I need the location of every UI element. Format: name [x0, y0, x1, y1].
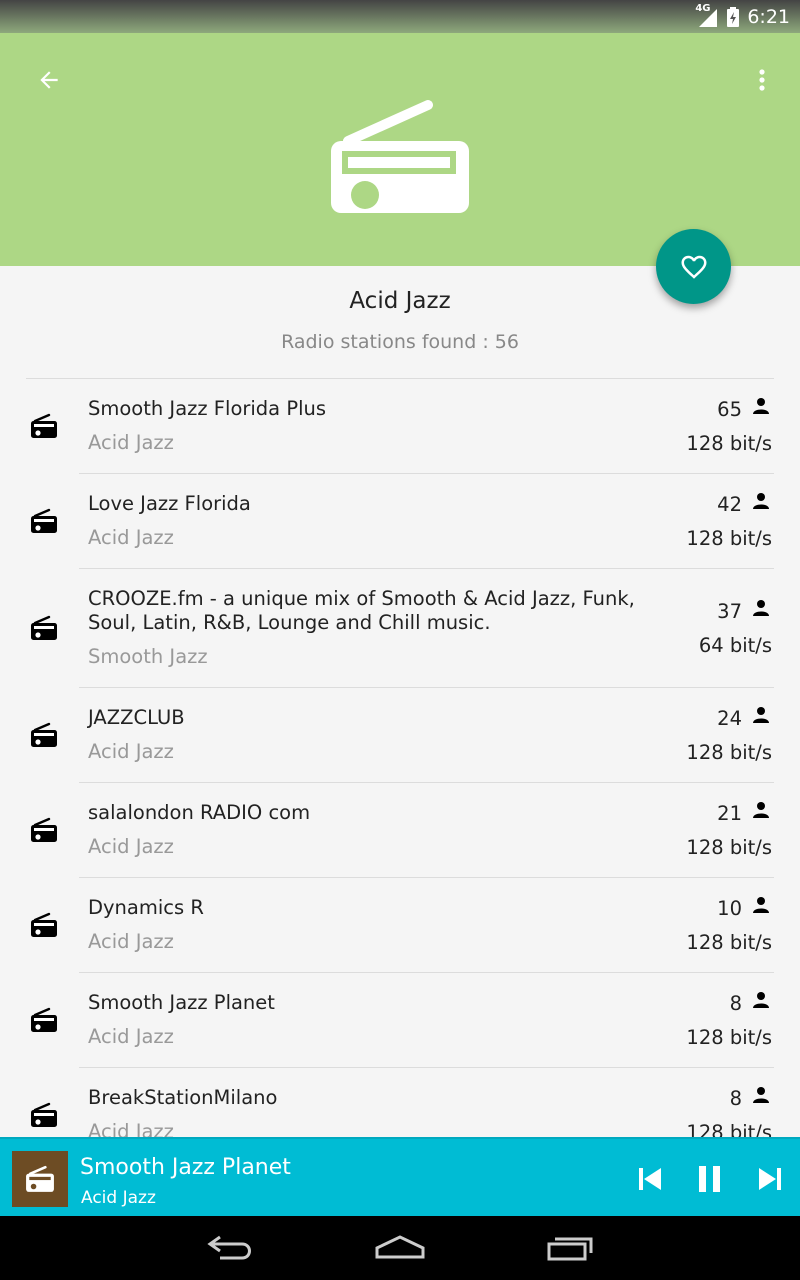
station-genre: Acid Jazz	[88, 431, 174, 454]
radio-icon	[31, 508, 57, 533]
now-playing-artwork	[12, 1151, 68, 1207]
station-row[interactable]: CROOZE.fm - a unique mix of Smooth & Aci…	[0, 569, 800, 688]
next-button[interactable]	[750, 1159, 790, 1199]
radio-icon	[31, 1007, 57, 1032]
station-genre: Acid Jazz	[88, 526, 174, 549]
nav-home-icon	[375, 1235, 425, 1259]
stations-found-count: Radio stations found : 56	[281, 331, 519, 353]
radio-icon	[26, 1165, 54, 1192]
skip-next-icon	[759, 1168, 781, 1190]
nav-back-button[interactable]	[200, 1226, 260, 1270]
radio-icon	[31, 912, 57, 937]
heart-outline-icon	[681, 255, 706, 279]
pause-button[interactable]	[690, 1159, 730, 1199]
station-row[interactable]: Smooth Jazz Florida Plus Acid Jazz 65 12…	[0, 379, 800, 474]
radio-icon	[31, 817, 57, 842]
system-nav-bar	[0, 1216, 800, 1280]
nav-back-icon	[207, 1235, 251, 1260]
station-row[interactable]: JAZZCLUB Acid Jazz 24 128 bit/s	[0, 688, 800, 783]
person-icon	[753, 398, 769, 414]
person-icon	[753, 897, 769, 913]
radio-icon	[31, 722, 57, 747]
pause-icon	[699, 1166, 720, 1192]
person-icon	[753, 707, 769, 723]
station-bitrate: 128 bit/s	[686, 432, 772, 455]
nav-home-button[interactable]	[370, 1226, 430, 1270]
listener-count: 21	[717, 802, 742, 825]
skip-previous-icon	[639, 1168, 661, 1190]
now-playing-title: Smooth Jazz Planet	[80, 1155, 291, 1180]
person-icon	[753, 493, 769, 509]
signal-icon: 4G	[695, 3, 719, 27]
more-vert-icon	[759, 69, 765, 91]
listener-count: 24	[717, 707, 742, 730]
battery-icon	[727, 7, 740, 27]
station-genre: Acid Jazz	[88, 1120, 174, 1137]
station-bitrate: 64 bit/s	[698, 634, 772, 657]
back-button[interactable]	[28, 59, 70, 101]
station-list[interactable]: Smooth Jazz Florida Plus Acid Jazz 65 12…	[0, 379, 800, 1137]
station-bitrate: 128 bit/s	[686, 527, 772, 550]
station-name: BreakStationMilano	[88, 1086, 278, 1109]
person-icon	[753, 600, 769, 616]
station-name: Dynamics R	[88, 896, 204, 919]
station-bitrate: 128 bit/s	[686, 931, 772, 954]
person-icon	[753, 802, 769, 818]
status-time: 6:21	[747, 6, 790, 28]
station-name: salalondon RADIO com	[88, 801, 311, 824]
station-name: JAZZCLUB	[88, 706, 185, 729]
previous-button[interactable]	[630, 1159, 670, 1199]
overflow-menu-button[interactable]	[746, 59, 778, 101]
station-row[interactable]: Love Jazz Florida Acid Jazz 42 128 bit/s	[0, 474, 800, 569]
station-row[interactable]: Dynamics R Acid Jazz 10 128 bit/s	[0, 878, 800, 973]
radio-icon	[31, 413, 57, 438]
station-name: Smooth Jazz Planet	[88, 991, 275, 1014]
radio-icon	[331, 100, 469, 213]
listener-count: 65	[717, 398, 742, 421]
station-genre: Acid Jazz	[88, 1025, 174, 1048]
station-row[interactable]: Smooth Jazz Planet Acid Jazz 8 128 bit/s	[0, 973, 800, 1068]
station-bitrate: 128 bit/s	[686, 1026, 772, 1049]
listener-count: 37	[717, 600, 742, 623]
nav-recents-button[interactable]	[540, 1226, 600, 1270]
listener-count: 8	[729, 1087, 742, 1110]
person-icon	[753, 992, 769, 1008]
station-genre: Acid Jazz	[88, 835, 174, 858]
station-name: Smooth Jazz Florida Plus	[88, 397, 327, 420]
status-bar: 4G 6:21	[0, 0, 800, 33]
network-type: 4G	[695, 3, 711, 14]
listener-count: 42	[717, 493, 742, 516]
station-name: Love Jazz Florida	[88, 492, 251, 515]
station-row[interactable]: BreakStationMilano Acid Jazz 8 128 bit/s	[0, 1068, 800, 1137]
station-bitrate: 128 bit/s	[686, 836, 772, 859]
station-genre: Smooth Jazz	[88, 645, 208, 668]
station-bitrate: 128 bit/s	[686, 1121, 772, 1137]
favorite-button[interactable]	[656, 229, 731, 304]
listener-count: 8	[729, 992, 742, 1015]
station-name: CROOZE.fm - a unique mix of Smooth & Aci…	[88, 587, 635, 634]
station-bitrate: 128 bit/s	[686, 741, 772, 764]
nav-recents-icon	[547, 1237, 593, 1261]
radio-icon	[31, 1102, 57, 1127]
station-genre: Acid Jazz	[88, 930, 174, 953]
person-icon	[753, 1087, 769, 1103]
listener-count: 10	[717, 897, 742, 920]
arrow-left-icon	[40, 71, 58, 89]
mini-player[interactable]: Smooth Jazz Planet Acid Jazz	[0, 1137, 800, 1216]
radio-icon	[31, 615, 57, 640]
now-playing-genre: Acid Jazz	[81, 1188, 156, 1208]
station-genre: Acid Jazz	[88, 740, 174, 763]
station-row[interactable]: salalondon RADIO com Acid Jazz 21 128 bi…	[0, 783, 800, 878]
